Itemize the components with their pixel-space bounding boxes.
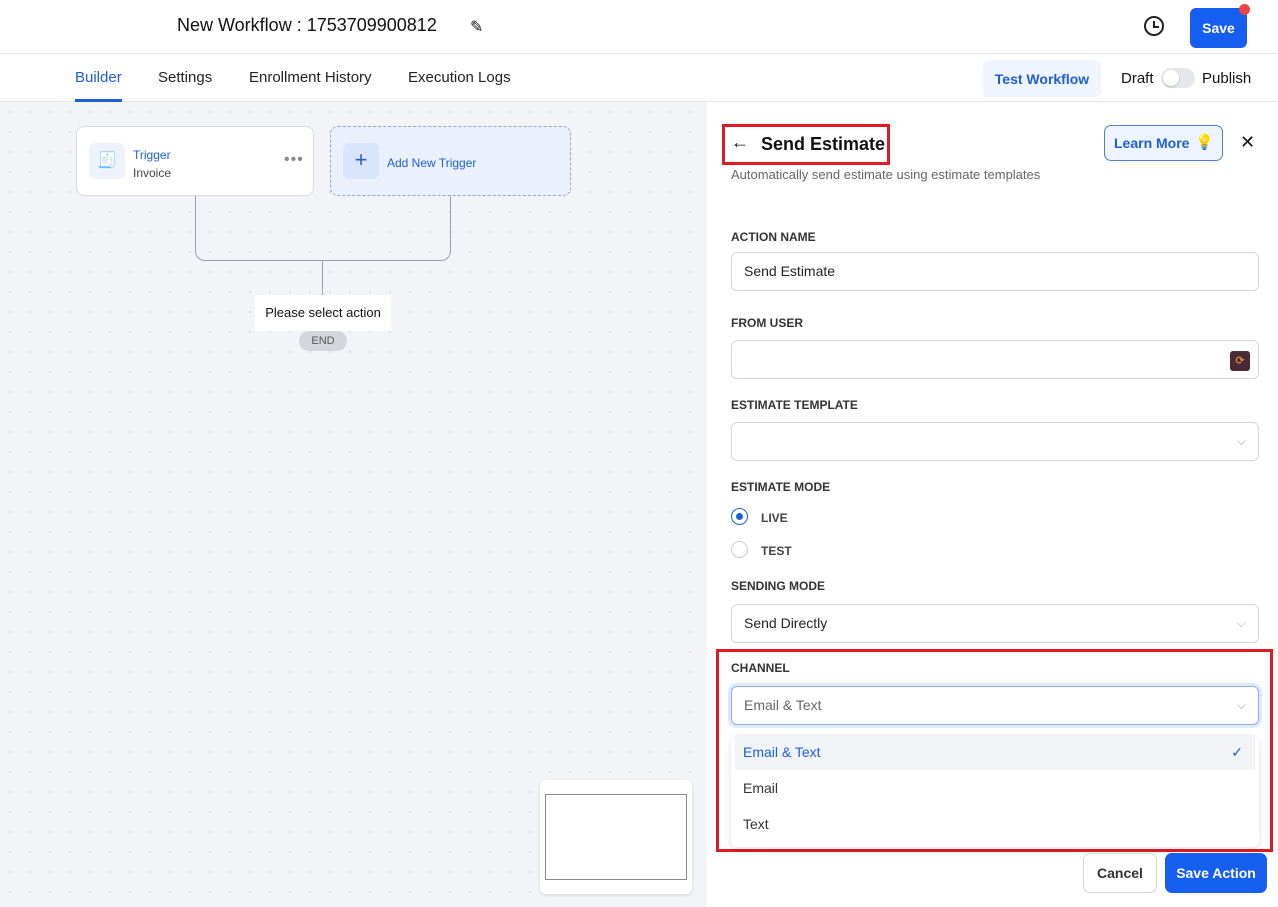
header: New Workflow : 1753709900812 ✎ Save: [0, 0, 1278, 54]
chevron-down-icon: ⌵: [1236, 434, 1246, 448]
panel-title: Send Estimate: [761, 134, 886, 154]
channel-option-email[interactable]: Email: [735, 770, 1255, 806]
channel-select[interactable]: Email & Text ⌵: [731, 686, 1259, 725]
action-name-label: ACTION NAME: [731, 230, 816, 244]
plus-icon: +: [343, 143, 379, 179]
close-icon[interactable]: ✕: [1240, 132, 1255, 153]
estimate-template-select[interactable]: ⌵: [731, 422, 1259, 461]
tab-settings[interactable]: Settings: [158, 69, 212, 86]
from-user-input[interactable]: ⟳: [731, 340, 1259, 379]
test-workflow-button[interactable]: Test Workflow: [983, 60, 1101, 97]
tab-builder[interactable]: Builder: [75, 69, 122, 102]
draft-label: Draft: [1121, 70, 1154, 87]
edit-pencil-icon[interactable]: ✎: [470, 17, 483, 37]
channel-option-email-text[interactable]: Email & Text ✓: [735, 734, 1255, 770]
save-action-button[interactable]: Save Action: [1165, 853, 1267, 893]
radio-test-label: TEST: [761, 544, 792, 558]
trigger-subtitle: Invoice: [133, 166, 172, 180]
radio-test[interactable]: [731, 541, 748, 558]
channel-dropdown: Email & Text ✓ Email Text: [731, 734, 1259, 847]
radio-live-label: LIVE: [761, 511, 788, 525]
sending-mode-select[interactable]: Send Directly ⌵: [731, 604, 1259, 643]
channel-option-text[interactable]: Text: [735, 806, 1255, 842]
chevron-down-icon: ⌵: [1236, 616, 1246, 630]
tab-enrollment-history[interactable]: Enrollment History: [249, 69, 372, 86]
action-panel: ← Send Estimate Learn More 💡 ✕ Automatica…: [707, 102, 1278, 907]
publish-label: Publish: [1202, 70, 1252, 87]
workflow-title: New Workflow : 1753709900812: [177, 15, 437, 35]
select-action-placeholder[interactable]: Please select action: [255, 295, 391, 331]
trigger-title: Trigger: [133, 148, 171, 162]
minimap[interactable]: [540, 780, 692, 894]
from-user-label: FROM USER: [731, 316, 803, 330]
back-arrow-icon[interactable]: ←: [731, 132, 749, 153]
tab-execution-logs[interactable]: Execution Logs: [408, 69, 511, 86]
cancel-button[interactable]: Cancel: [1083, 853, 1157, 893]
sending-mode-label: SENDING MODE: [731, 579, 826, 593]
invoice-icon: 🧾: [89, 143, 125, 179]
connector-line: [323, 196, 451, 261]
option-label: Email & Text: [743, 744, 821, 760]
connector-line: [195, 196, 323, 261]
workflow-canvas[interactable]: 🧾 Trigger Invoice ••• + Add New Trigger …: [0, 102, 707, 907]
chevron-down-icon: ⌵: [1236, 698, 1246, 712]
radio-live[interactable]: [731, 508, 748, 525]
lightbulb-icon: 💡: [1195, 134, 1214, 151]
end-badge: END: [299, 331, 347, 351]
channel-label: CHANNEL: [731, 661, 790, 675]
channel-value: Email & Text: [744, 697, 822, 713]
trigger-node[interactable]: 🧾 Trigger Invoice •••: [76, 126, 314, 196]
history-icon[interactable]: [1144, 16, 1164, 36]
minimap-viewport: [545, 794, 687, 880]
sending-mode-value: Send Directly: [744, 615, 828, 631]
save-button[interactable]: Save: [1190, 8, 1247, 48]
estimate-template-label: ESTIMATE TEMPLATE: [731, 398, 858, 412]
add-trigger-node[interactable]: + Add New Trigger: [330, 126, 571, 196]
action-name-input[interactable]: Send Estimate: [731, 252, 1259, 291]
learn-more-label: Learn More: [1114, 135, 1190, 151]
learn-more-button[interactable]: Learn More 💡: [1104, 125, 1223, 161]
panel-description: Automatically send estimate using estima…: [731, 167, 1041, 182]
add-trigger-label: Add New Trigger: [387, 156, 477, 170]
publish-toggle[interactable]: [1161, 68, 1195, 88]
more-options-icon[interactable]: •••: [284, 151, 304, 169]
notification-dot: [1239, 4, 1250, 15]
user-picker-icon[interactable]: ⟳: [1230, 351, 1250, 371]
connector-line: [322, 261, 323, 295]
tab-bar: Builder Settings Enrollment History Exec…: [0, 54, 1278, 102]
check-icon: ✓: [1231, 744, 1243, 760]
estimate-mode-label: ESTIMATE MODE: [731, 480, 831, 494]
